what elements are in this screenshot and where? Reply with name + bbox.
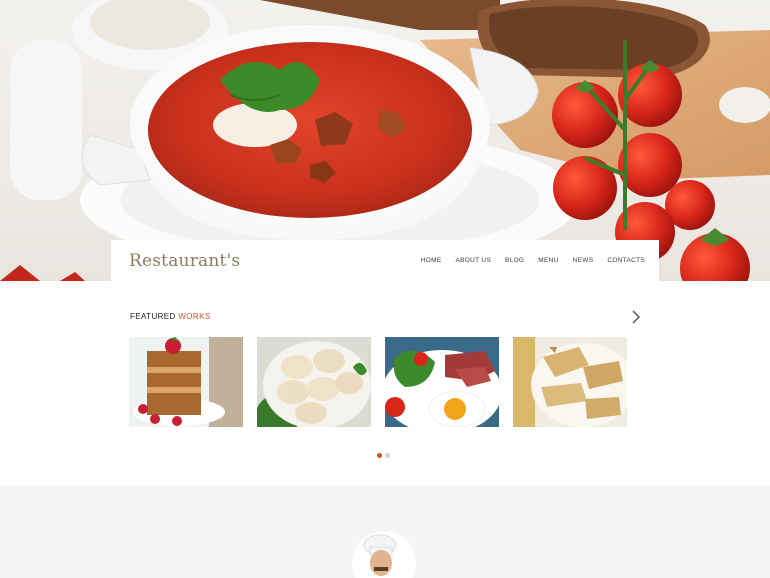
thumbnail-dumplings[interactable] (257, 337, 371, 427)
featured-title: FEATURED WORKS (130, 312, 211, 321)
site-logo[interactable]: Restaurant's (129, 251, 240, 271)
thumbnail-dessert[interactable] (129, 337, 243, 427)
chef-avatar (352, 531, 416, 578)
hero-soup-image (0, 0, 770, 281)
featured-title-accent: WORKS (178, 312, 211, 321)
nav-about-us[interactable]: ABOUT US (456, 257, 492, 264)
nav-menu[interactable]: MENU (538, 257, 558, 264)
pagination-dot-2[interactable] (385, 453, 390, 458)
thumbnail-crepes[interactable] (513, 337, 627, 427)
featured-title-main: FEATURED (130, 312, 176, 321)
nav-news[interactable]: NEWS (573, 257, 594, 264)
carousel-pagination (377, 453, 390, 458)
nav-home[interactable]: HOME (421, 257, 442, 264)
nav-blog[interactable]: BLOG (505, 257, 524, 264)
featured-works-section: FEATURED WORKS (0, 281, 770, 485)
pagination-dot-1[interactable] (377, 453, 382, 458)
hero-banner (0, 0, 770, 281)
thumbnail-breakfast[interactable] (385, 337, 499, 427)
nav-contacts[interactable]: CONTACTS (607, 257, 645, 264)
site-header: Restaurant's HOME ABOUT US BLOG MENU NEW… (111, 240, 659, 281)
chevron-right-icon[interactable] (630, 310, 642, 324)
main-nav: HOME ABOUT US BLOG MENU NEWS CONTACTS (421, 257, 645, 264)
featured-carousel (129, 337, 627, 427)
team-section (0, 485, 770, 578)
